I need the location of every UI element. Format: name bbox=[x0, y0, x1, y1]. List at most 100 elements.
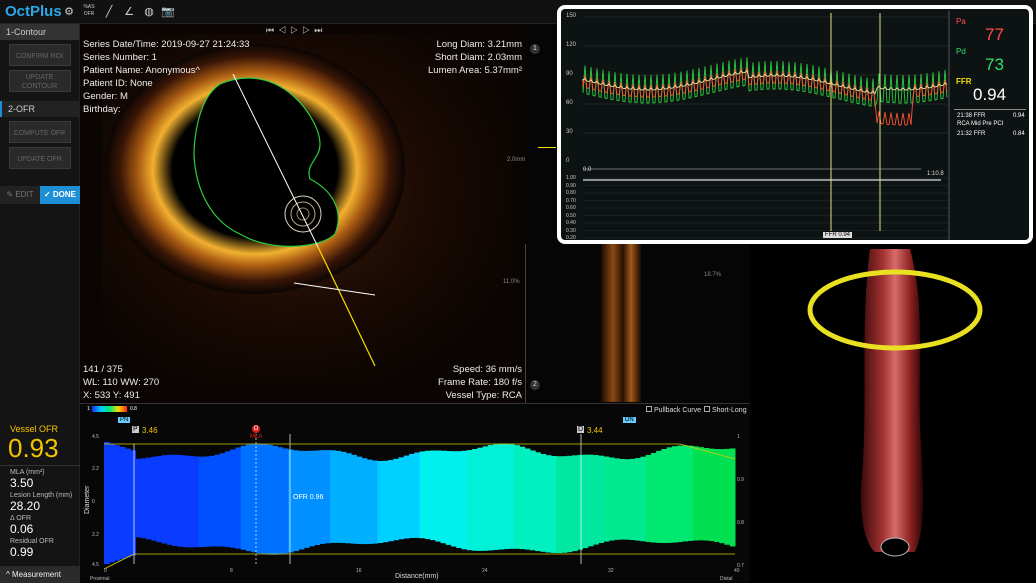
measurement-toggle[interactable]: ^ Measurement bbox=[0, 566, 80, 583]
hist1-value: 0.94 bbox=[1013, 113, 1025, 119]
ffr-value: 0.94 bbox=[973, 85, 1007, 104]
pullback-curve-toggle[interactable]: Pullback Curve bbox=[646, 406, 701, 414]
frame-info: 141 / 375 WL: 110 WW: 270 X: 533 Y: 491 bbox=[83, 363, 159, 402]
profile-segment bbox=[387, 460, 394, 542]
mla-marker: MLA bbox=[250, 434, 263, 440]
app-logo: OctPlus bbox=[5, 3, 62, 20]
profile-segment bbox=[361, 458, 368, 545]
profile-segment bbox=[382, 460, 389, 543]
oct-cross-section-view[interactable]: Series Date/Time: 2019-09-27 21:24:33 Se… bbox=[80, 24, 525, 403]
ofr-pullback-chart[interactable]: 1 0.8 Pullback Curve Short-Long PN DN P … bbox=[80, 403, 750, 583]
ofr-icon[interactable]: %AS OFR bbox=[81, 4, 97, 20]
birthday: Birthday: bbox=[83, 104, 121, 115]
monitor-y-tick: 0 bbox=[566, 158, 570, 164]
profile-segment bbox=[477, 447, 484, 551]
mla-value: 3.50 bbox=[10, 476, 34, 490]
lumen-info: Long Diam: 3.21mm Short Diam: 2.03mm Lum… bbox=[428, 38, 522, 77]
skip-back-icon[interactable]: ⏮ bbox=[266, 25, 278, 35]
profile-segment bbox=[104, 442, 110, 564]
p-marker[interactable]: P bbox=[132, 426, 139, 433]
colorbar-min: 1 bbox=[87, 406, 90, 412]
d-marker[interactable]: D bbox=[577, 426, 585, 433]
right-tick: 1 bbox=[737, 434, 740, 440]
profile-segment bbox=[198, 456, 205, 548]
profile-segment bbox=[598, 455, 605, 543]
checkbox-icon[interactable] bbox=[704, 406, 710, 412]
section-ofr-header[interactable]: 2-OFR bbox=[0, 101, 79, 117]
profile-segment bbox=[272, 445, 279, 555]
profile-segment bbox=[245, 444, 252, 552]
angle-icon[interactable]: ∠ bbox=[121, 4, 137, 20]
hist2-label: 21:32 FFR bbox=[957, 131, 986, 137]
texture-icon[interactable]: ◍ bbox=[141, 4, 157, 20]
profile-segment bbox=[456, 451, 463, 549]
camera-icon[interactable]: 📷 bbox=[160, 4, 176, 20]
patient-id: Patient ID: None bbox=[83, 78, 153, 89]
frame-index: 141 / 375 bbox=[83, 364, 123, 375]
short-long-toggle[interactable]: Short-Long bbox=[704, 406, 747, 414]
right-tick: 0.7 bbox=[737, 563, 744, 569]
done-button[interactable]: ✓ DONE bbox=[40, 186, 80, 204]
play-icon[interactable]: ▷ bbox=[290, 25, 302, 35]
pct-left: 11.0% bbox=[503, 279, 520, 285]
profile-segment bbox=[351, 454, 357, 544]
profile-segment bbox=[430, 450, 436, 541]
profile-segment bbox=[277, 447, 284, 555]
profile-segment bbox=[356, 456, 363, 544]
proximal-label: Proximal bbox=[90, 576, 110, 582]
vessel-type: Vessel Type: RCA bbox=[445, 390, 522, 401]
profile-segment bbox=[545, 455, 552, 553]
profile-segment bbox=[161, 455, 168, 544]
pn-tag[interactable]: PN bbox=[118, 417, 131, 423]
profile-segment bbox=[366, 459, 373, 545]
edit-button[interactable]: ✎ EDIT bbox=[0, 186, 40, 204]
o-marker[interactable]: O bbox=[252, 425, 260, 433]
top-value: 0.0 bbox=[583, 167, 592, 173]
x-tick: 24 bbox=[482, 568, 488, 574]
pullback-speed: Speed: 36 mm/s bbox=[452, 364, 522, 375]
profile-segment bbox=[193, 456, 200, 548]
monitor-lower-tick: 1.00 bbox=[566, 175, 576, 181]
cut-marker[interactable] bbox=[538, 147, 556, 148]
profile-segment bbox=[514, 445, 520, 549]
settings-icon[interactable]: ⚙ bbox=[61, 4, 77, 20]
section-contour-header[interactable]: 1-Contour bbox=[0, 24, 79, 40]
profile-segment bbox=[372, 460, 378, 544]
profile-segment bbox=[566, 455, 573, 553]
waves bbox=[582, 57, 948, 126]
marker-2[interactable]: 2 bbox=[530, 380, 540, 390]
profile-segment bbox=[440, 450, 447, 544]
strip-divider bbox=[525, 244, 526, 403]
y-tick: 4.5 bbox=[92, 562, 99, 568]
skip-forward-icon[interactable]: ⏭ bbox=[314, 25, 326, 35]
profile-segment bbox=[345, 453, 352, 544]
compute-ofr-button[interactable]: COMPUTE OFR bbox=[8, 121, 71, 143]
ratio-label: 1:10.8 bbox=[927, 171, 944, 177]
ruler-icon[interactable]: ╱ bbox=[101, 4, 117, 20]
step-forward-icon[interactable]: ▷ bbox=[302, 25, 314, 35]
cursor-xy: X: 533 Y: 491 bbox=[83, 390, 140, 401]
update-ofr-button[interactable]: UPDATE OFR bbox=[8, 147, 71, 169]
frame-rate: Frame Rate: 180 f/s bbox=[438, 377, 522, 388]
longitudinal-image bbox=[601, 242, 641, 402]
dn-tag[interactable]: DN bbox=[623, 417, 636, 423]
profile-segment bbox=[240, 445, 247, 550]
monitor-y-tick: 90 bbox=[566, 71, 573, 77]
y-tick: 2.2 bbox=[92, 532, 99, 538]
profile-segment bbox=[698, 447, 704, 541]
vessel-body bbox=[860, 249, 924, 552]
monitor-y-tick: 60 bbox=[566, 100, 573, 106]
pd-waveform bbox=[582, 57, 948, 107]
confirm-roi-button[interactable]: CONFIRM ROI bbox=[8, 44, 71, 66]
profile-segment bbox=[335, 450, 342, 543]
marker-1[interactable]: 1 bbox=[530, 44, 540, 54]
step-back-icon[interactable]: ◁ bbox=[278, 25, 290, 35]
update-contour-button[interactable]: UPDATE CONTOUR bbox=[8, 70, 71, 92]
short-diameter: Short Diam: 2.03mm bbox=[434, 52, 522, 63]
y-tick: 0 bbox=[92, 499, 95, 505]
playback-controls: ⏮◁▷▷⏭ bbox=[266, 25, 328, 37]
catheter-tip bbox=[880, 537, 910, 557]
left-panel: 1-Contour CONFIRM ROI UPDATE CONTOUR 2-O… bbox=[0, 24, 80, 583]
monitor-lower-tick: 0.40 bbox=[566, 220, 576, 226]
checkbox-icon[interactable] bbox=[646, 406, 652, 412]
